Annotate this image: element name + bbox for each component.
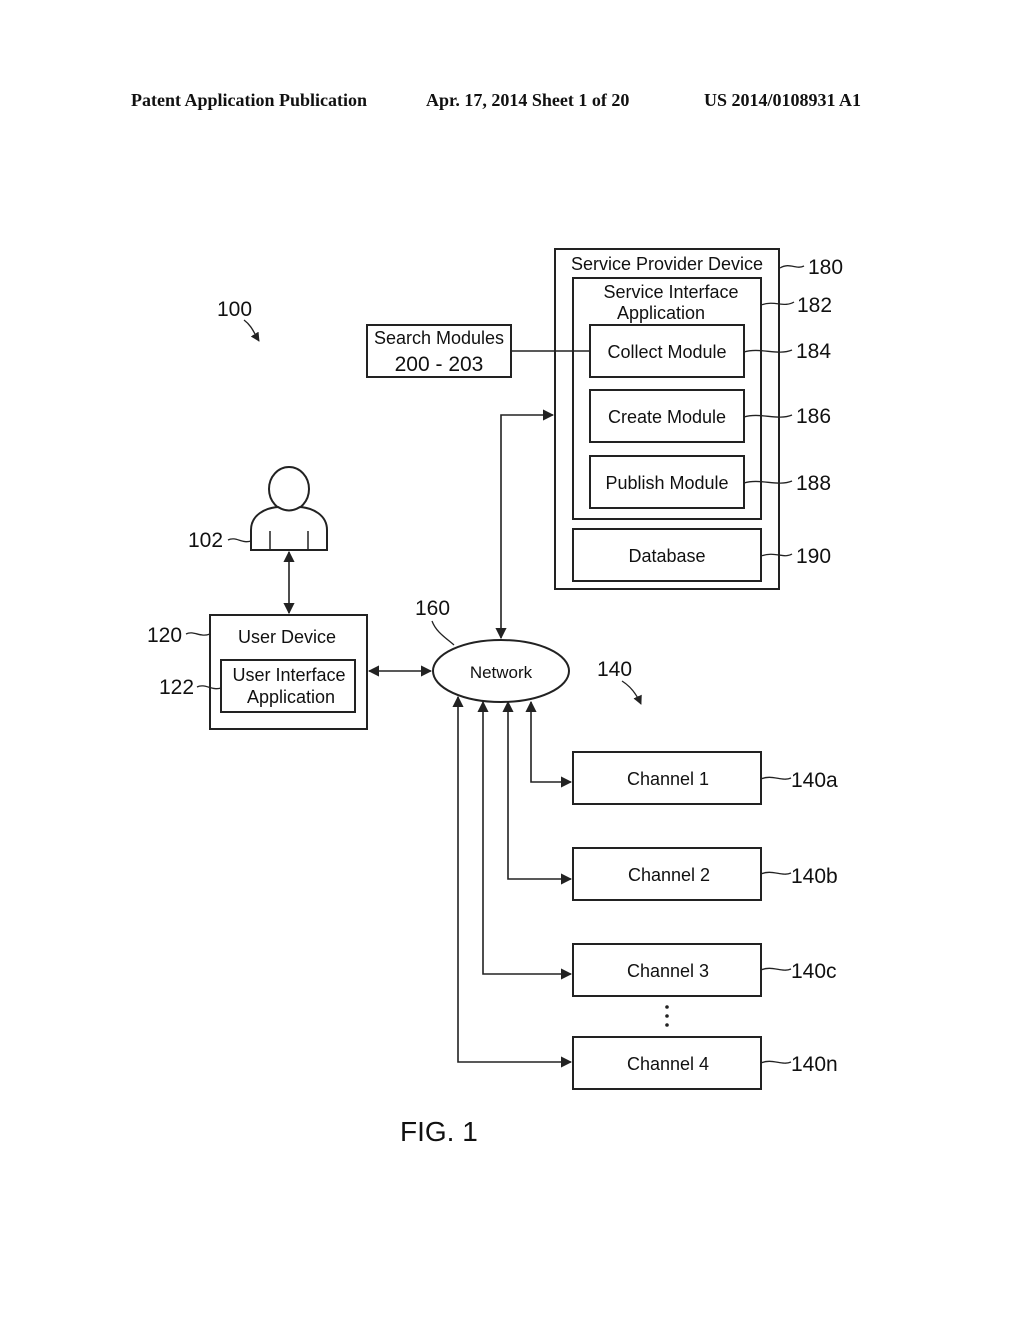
- ref-leader-188: [743, 480, 793, 484]
- ref-140a: 140a: [791, 769, 838, 792]
- network-to-channel-1-connector: [525, 700, 573, 788]
- service-interface-app-label-1: Service Interface: [603, 282, 738, 302]
- search-modules-range: 200 - 203: [395, 353, 484, 376]
- channel-1-label: Channel 1: [627, 769, 709, 789]
- user-interface-app-label-1: User Interface: [232, 665, 345, 685]
- ref-leader-184: [743, 349, 793, 353]
- network-node: Network: [432, 639, 570, 703]
- figure-label: FIG. 1: [400, 1116, 478, 1147]
- ref-leader-180: [779, 265, 805, 269]
- ref-leader-190: [760, 553, 793, 557]
- publish-module-label: Publish Module: [605, 473, 728, 493]
- user-icon: [250, 466, 328, 551]
- channel-2-label: Channel 2: [628, 865, 710, 885]
- system-ref-label: 100: [217, 298, 252, 321]
- ref-184: 184: [796, 340, 831, 363]
- ref-102: 102: [188, 529, 223, 552]
- ref-160: 160: [415, 597, 450, 620]
- network-to-channel-3-connector: [477, 700, 573, 980]
- system-diagram: 100 Search Modules 200 - 203 Service Pro…: [147, 248, 843, 1147]
- service-provider-label: Service Provider Device: [571, 254, 763, 274]
- ref-leader-120: [185, 632, 211, 636]
- ref-leader-140n: [760, 1060, 792, 1064]
- create-module-label: Create Module: [608, 407, 726, 427]
- ref-leader-102: [227, 538, 252, 543]
- service-provider-device: Service Provider Device 180 Service Inte…: [554, 248, 843, 590]
- ref-186: 186: [796, 405, 831, 428]
- ref-140c: 140c: [791, 960, 837, 983]
- ref-leader-140b: [760, 871, 792, 875]
- ref-leader-140c: [760, 967, 792, 971]
- ref-182: 182: [797, 294, 832, 317]
- user-device-box: User Device User Interface Application: [209, 614, 368, 730]
- channel-ellipsis: [665, 1005, 669, 1027]
- database-label: Database: [628, 546, 705, 566]
- ref-140n: 140n: [791, 1053, 838, 1076]
- system-ref-arrow: [243, 319, 260, 342]
- channel-3: Channel 3 140c: [572, 943, 837, 997]
- ref-leader-186: [743, 414, 793, 418]
- network-to-channel-2-connector: [502, 700, 573, 885]
- ref-140: 140: [597, 658, 632, 681]
- search-modules-label: Search Modules: [374, 328, 504, 348]
- ref-leader-140a: [760, 776, 792, 780]
- network-to-provider-connector: [495, 409, 555, 640]
- ref-leader-160: [431, 620, 455, 646]
- ref-190: 190: [796, 545, 831, 568]
- ref-120: 120: [147, 624, 182, 647]
- collect-module-label: Collect Module: [607, 342, 726, 362]
- ref-140b: 140b: [791, 865, 838, 888]
- channel-2: Channel 2 140b: [572, 847, 838, 901]
- channel-4-label: Channel 4: [627, 1054, 709, 1074]
- search-modules-box: Search Modules 200 - 203: [366, 324, 512, 378]
- network-label: Network: [470, 663, 533, 682]
- service-interface-app-label-2: Application: [617, 303, 705, 323]
- channel-3-label: Channel 3: [627, 961, 709, 981]
- ref-140-arrow: [621, 680, 642, 705]
- ref-122: 122: [159, 676, 194, 699]
- ref-188: 188: [796, 472, 831, 495]
- user-device-label: User Device: [238, 627, 336, 647]
- ref-180: 180: [808, 256, 843, 279]
- channel-1: Channel 1 140a: [572, 751, 838, 805]
- user-interface-app-label-2: Application: [247, 687, 335, 707]
- channel-4: Channel 4 140n: [572, 1036, 838, 1090]
- ref-leader-182: [760, 301, 795, 306]
